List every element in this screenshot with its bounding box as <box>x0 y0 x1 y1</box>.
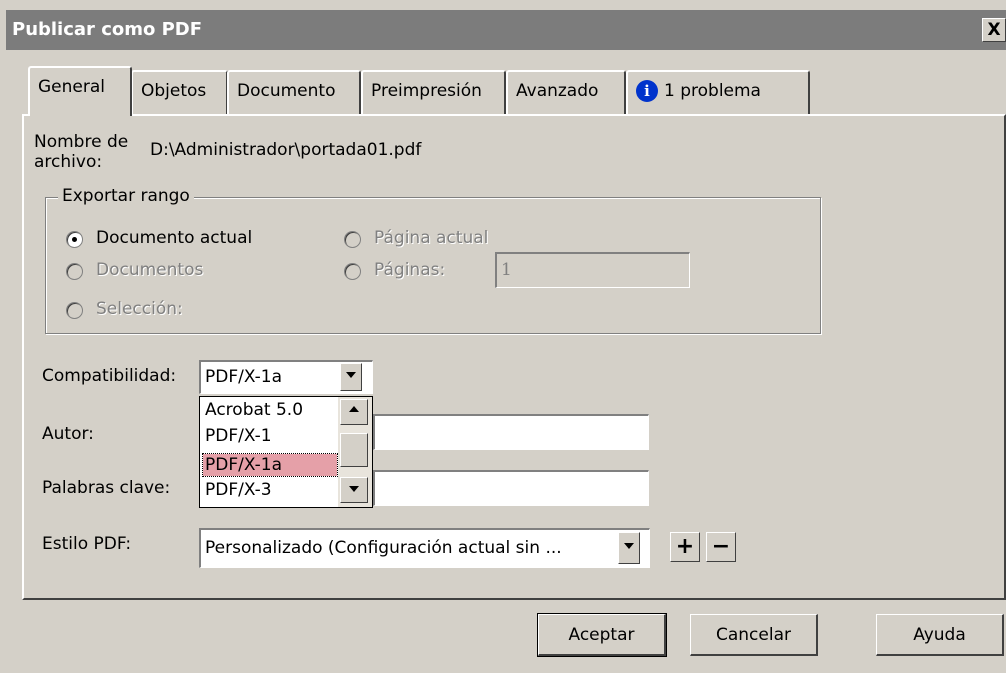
tab-documento[interactable]: Documento <box>227 70 361 114</box>
tab-label: Avanzado <box>516 81 599 101</box>
list-item[interactable]: PDF/X-3 <box>203 479 337 501</box>
radio-paginas[interactable] <box>344 263 361 280</box>
radio-documento-actual[interactable] <box>66 231 83 248</box>
tab-avanzado[interactable]: Avanzado <box>506 70 626 114</box>
compat-dropdown-button[interactable] <box>340 363 362 391</box>
tab-label: General <box>38 77 105 97</box>
list-item[interactable]: Acrobat 5.0 <box>203 399 337 421</box>
radio-pagina-actual[interactable] <box>344 231 361 248</box>
compat-label: Compatibilidad: <box>42 366 177 386</box>
tab-label: Documento <box>237 81 336 101</box>
remove-style-button[interactable]: − <box>706 532 736 562</box>
cancel-button[interactable]: Cancelar <box>690 614 818 656</box>
compat-dropdown-list[interactable]: Acrobat 5.0 PDF/X-1 PDF/X-1a PDF/X-3 <box>199 396 373 508</box>
list-item-selected[interactable]: PDF/X-1a <box>202 453 338 477</box>
keywords-label: Palabras clave: <box>42 478 171 498</box>
tab-objetos[interactable]: Objetos <box>131 70 228 114</box>
pdf-style-value: Personalizado (Configuración actual sin … <box>205 538 562 558</box>
list-item[interactable]: PDF/X-1 <box>203 425 337 447</box>
pages-input[interactable]: 1 <box>495 252 690 288</box>
chevron-down-icon <box>346 372 356 378</box>
tab-label: 1 problema <box>664 81 761 101</box>
radio-label-paginas: Páginas: <box>374 260 446 280</box>
pdf-style-select[interactable]: Personalizado (Configuración actual sin … <box>199 528 650 568</box>
scroll-up-button[interactable] <box>340 399 368 425</box>
radio-seleccion[interactable] <box>66 302 83 319</box>
tab-preimpresion[interactable]: Preimpresión <box>361 70 506 114</box>
export-range-legend: Exportar rango <box>58 186 194 206</box>
pdf-style-dropdown-button[interactable] <box>618 532 640 564</box>
author-input[interactable] <box>373 414 649 450</box>
filename-label: Nombre de archivo: <box>34 132 129 172</box>
tab-label: Objetos <box>141 81 207 101</box>
chevron-down-icon <box>624 543 634 549</box>
radio-label-documentos: Documentos <box>96 260 204 280</box>
ok-button[interactable]: Aceptar <box>537 613 667 657</box>
chevron-up-icon <box>349 406 359 412</box>
chevron-down-icon <box>349 486 359 492</box>
radio-documentos[interactable] <box>66 263 83 280</box>
list-scrollbar[interactable] <box>338 397 372 507</box>
add-style-button[interactable]: + <box>670 532 700 562</box>
keywords-input[interactable] <box>373 470 649 506</box>
radio-label-pagina-actual: Página actual <box>374 228 489 248</box>
tab-label: Preimpresión <box>371 81 482 101</box>
filename-value: D:\Administrador\portada01.pdf <box>150 140 422 160</box>
title-bar: Publicar como PDF X <box>6 10 1006 50</box>
scroll-down-button[interactable] <box>340 477 368 503</box>
pdf-style-label: Estilo PDF: <box>42 534 132 554</box>
radio-label-seleccion: Selección: <box>96 299 183 319</box>
radio-label-documento-actual: Documento actual <box>96 228 253 248</box>
dialog-title: Publicar como PDF <box>12 19 203 40</box>
tab-general[interactable]: General <box>28 66 132 116</box>
compat-selected-value: PDF/X-1a <box>205 367 283 387</box>
publish-pdf-dialog: Publicar como PDF X General Objetos Docu… <box>0 0 1006 673</box>
info-icon: i <box>636 80 658 102</box>
close-button[interactable]: X <box>982 18 1006 42</box>
help-button[interactable]: Ayuda <box>876 614 1004 656</box>
scroll-thumb[interactable] <box>340 433 368 467</box>
tab-problems[interactable]: i 1 problema <box>626 70 810 114</box>
author-label: Autor: <box>42 424 94 444</box>
